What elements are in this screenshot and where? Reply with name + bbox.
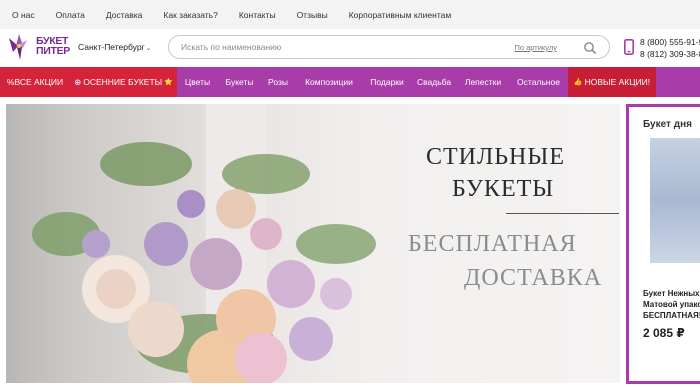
search-icon[interactable] bbox=[583, 41, 597, 55]
topnav-delivery[interactable]: Доставка bbox=[106, 10, 143, 20]
site-logo[interactable]: БУКЕТ ПИТЕР bbox=[5, 32, 70, 64]
banner-subtitle-line-1: БЕСПЛАТНАЯ bbox=[408, 231, 577, 257]
card-title: Букет дня bbox=[643, 119, 692, 130]
product-image[interactable] bbox=[650, 138, 700, 263]
thumbs-up-icon: 👍 bbox=[573, 79, 583, 86]
phones-block: 8 (800) 555-91-9 8 (812) 309-38-8 bbox=[624, 36, 700, 62]
banner-subtitle-line-2: ДОСТАВКА bbox=[464, 265, 603, 291]
search-box: По артикулу bbox=[168, 35, 610, 59]
phone-icon bbox=[624, 39, 634, 55]
nav-flowers[interactable]: Цветы bbox=[177, 67, 218, 97]
plus-circle-icon: ⊕ bbox=[74, 76, 82, 87]
percent-icon: % bbox=[6, 77, 15, 87]
nav-new-promos[interactable]: 👍 НОВЫЕ АКЦИИ! bbox=[568, 67, 656, 97]
search-by-article-link[interactable]: По артикулу bbox=[514, 43, 557, 52]
nav-petals[interactable]: Лепестки bbox=[457, 67, 509, 97]
banner-title-line-1: СТИЛЬНЫЕ bbox=[426, 144, 565, 170]
search-input[interactable] bbox=[181, 40, 481, 54]
main-nav: % ВСЕ АКЦИИ ⊕ ОСЕННИЕ БУКЕТЫ ⭐ Цветы Букеты… bbox=[0, 67, 700, 97]
nav-autumn-bouquets[interactable]: ⊕ ОСЕННИЕ БУКЕТЫ ⭐ bbox=[70, 67, 177, 97]
topnav-how-to-order[interactable]: Как заказать? bbox=[163, 10, 217, 20]
nav-bouquets[interactable]: Букеты bbox=[218, 67, 261, 97]
topnav-about[interactable]: О нас bbox=[12, 10, 35, 20]
nav-all-promos[interactable]: % ВСЕ АКЦИИ bbox=[0, 67, 70, 97]
banner-title-line-2: БУКЕТЫ bbox=[452, 176, 555, 202]
nav-other[interactable]: Остальное bbox=[509, 67, 568, 97]
topnav-payment[interactable]: Оплата bbox=[56, 10, 85, 20]
nav-wedding[interactable]: Свадьба bbox=[411, 67, 457, 97]
topnav-corporate[interactable]: Корпоративным клиентам bbox=[349, 10, 451, 20]
nav-roses[interactable]: Розы bbox=[261, 67, 295, 97]
product-price: 2 085 ₽ bbox=[643, 326, 685, 340]
product-name[interactable]: Букет Нежных Матовой упако БЕСПЛАТНАЯ! bbox=[643, 288, 700, 321]
topnav-reviews[interactable]: Отзывы bbox=[297, 10, 328, 20]
logo-text: БУКЕТ ПИТЕР bbox=[36, 35, 71, 57]
chevron-down-icon: ⌄ bbox=[145, 45, 152, 52]
star-icon: ⭐ bbox=[164, 79, 173, 86]
nav-compositions[interactable]: Композиции bbox=[295, 67, 363, 97]
nav-gifts[interactable]: Подарки bbox=[363, 67, 411, 97]
header: БУКЕТ ПИТЕР Санкт-Петербург⌄ По артикулу… bbox=[0, 29, 700, 67]
bouquet-of-the-day-card[interactable]: Букет дня Букет Нежных Матовой упако БЕС… bbox=[626, 104, 700, 384]
flower-logo-icon bbox=[9, 34, 27, 60]
city-selector[interactable]: Санкт-Петербург⌄ bbox=[78, 42, 152, 52]
topnav-contacts[interactable]: Контакты bbox=[239, 10, 276, 20]
promo-banner[interactable]: СТИЛЬНЫЕ БУКЕТЫ БЕСПЛАТНАЯ ДОСТАВКА bbox=[6, 104, 620, 383]
top-links-bar: О нас Оплата Доставка Как заказать? Конт… bbox=[0, 0, 700, 29]
phone-number-1[interactable]: 8 (800) 555-91-9 bbox=[640, 36, 700, 48]
phone-number-2[interactable]: 8 (812) 309-38-8 bbox=[640, 48, 700, 60]
banner-divider bbox=[506, 213, 619, 214]
